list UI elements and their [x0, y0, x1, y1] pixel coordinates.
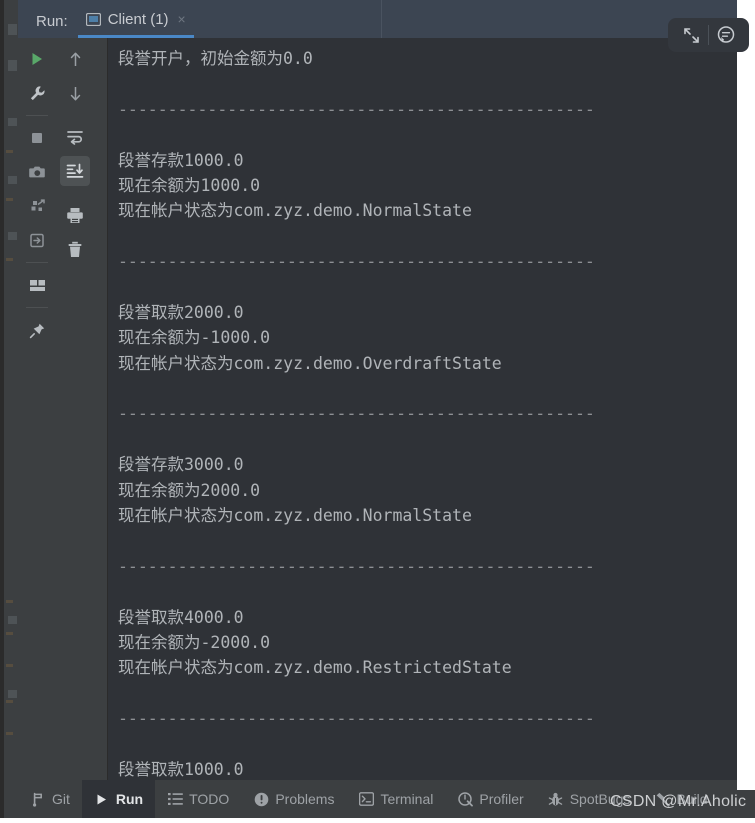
- arrow-down-icon[interactable]: [60, 78, 90, 108]
- status-item-todo[interactable]: TODO: [155, 780, 241, 818]
- status-item-label: Profiler: [479, 791, 524, 807]
- console-line: 段誉存款3000.0: [118, 455, 244, 475]
- left-edge-strip: [0, 0, 18, 818]
- thread-dump-icon[interactable]: [22, 191, 52, 221]
- console-separator-line: ----------------------------------------…: [118, 404, 595, 424]
- layout-icon[interactable]: [22, 270, 52, 300]
- console-separator-line: ----------------------------------------…: [118, 252, 595, 272]
- terminal-icon: [358, 791, 374, 807]
- console-line: 现在帐户状态为com.zyz.demo.NormalState: [118, 201, 472, 221]
- bug-icon: [548, 791, 564, 807]
- pin-icon[interactable]: [22, 315, 52, 345]
- bottom-white-margin: [0, 818, 755, 823]
- todo-list-icon: [167, 791, 183, 807]
- status-item-label: Problems: [275, 791, 335, 807]
- feedback-bubble-icon[interactable]: [709, 19, 743, 51]
- status-item-label: Run: [115, 791, 144, 807]
- console-line: 段誉存款1000.0: [118, 150, 244, 170]
- play-icon: [94, 791, 110, 807]
- toolbar-separator: [26, 115, 48, 116]
- scroll-to-end-icon[interactable]: [60, 156, 90, 186]
- status-item-label: TODO: [189, 791, 230, 807]
- console-separator-line: ----------------------------------------…: [118, 99, 595, 119]
- run-toolbar-primary: [18, 38, 56, 780]
- console-output[interactable]: 段誉开户，初始金额为0.0 --------------------------…: [108, 38, 755, 780]
- stop-button[interactable]: [22, 123, 52, 153]
- console-line: 段誉开户，初始金额为0.0: [118, 49, 313, 68]
- header-divider: [381, 0, 382, 38]
- status-item-profiler[interactable]: Profiler: [445, 780, 535, 818]
- run-label: Run:: [36, 13, 68, 30]
- console-gutter: [94, 38, 108, 780]
- toolbar-separator: [26, 307, 48, 308]
- corner-action-pill: [668, 18, 749, 52]
- console-line: 现在余额为-2000.0: [118, 632, 271, 652]
- arrow-up-icon[interactable]: [60, 44, 90, 74]
- run-toolbar-secondary: [56, 38, 94, 780]
- status-item-run[interactable]: Run: [81, 780, 156, 818]
- status-item-label: Terminal: [380, 791, 434, 807]
- console-line: 现在余额为2000.0: [118, 480, 261, 500]
- console-line: 现在余额为1000.0: [118, 175, 261, 195]
- printer-icon[interactable]: [60, 200, 90, 230]
- console-line: 段誉取款4000.0: [118, 607, 244, 627]
- console-tab-icon: [85, 12, 101, 26]
- console-separator-line: ----------------------------------------…: [118, 556, 595, 576]
- window-body: Run: Client (1) × 段誉开户，初始金额为0.0 --------…: [18, 0, 755, 818]
- profiler-icon: [457, 791, 473, 807]
- soft-wrap-icon[interactable]: [60, 122, 90, 152]
- status-item-terminal[interactable]: Terminal: [346, 780, 445, 818]
- header-white-corner: [737, 0, 755, 10]
- camera-icon[interactable]: [22, 157, 52, 187]
- run-header-bar: Run: Client (1) ×: [18, 0, 755, 38]
- console-line: 现在帐户状态为com.zyz.demo.RestrictedState: [118, 658, 512, 678]
- status-item-git[interactable]: Git: [18, 780, 82, 818]
- status-item-label: Git: [52, 791, 70, 807]
- watermark-text: CSDN @Mr.Aholic: [610, 793, 747, 810]
- status-item-problems[interactable]: Problems: [241, 780, 346, 818]
- console-line: 段誉取款2000.0: [118, 302, 244, 322]
- export-arrow-icon[interactable]: [22, 225, 52, 255]
- console-line: 现在帐户状态为com.zyz.demo.NormalState: [118, 506, 472, 526]
- git-branch-icon: [30, 791, 46, 807]
- toolbar-separator: [26, 262, 48, 263]
- problems-icon: [253, 791, 269, 807]
- console-line: 段誉取款1000.0: [118, 759, 244, 779]
- tab-client[interactable]: Client (1) ×: [77, 0, 194, 38]
- right-white-margin: [737, 0, 755, 790]
- rerun-button[interactable]: [22, 44, 52, 74]
- close-icon[interactable]: ×: [178, 12, 186, 26]
- run-console-window: Run: Client (1) × 段誉开户，初始金额为0.0 --------…: [0, 0, 755, 823]
- run-settings-button[interactable]: [22, 78, 52, 108]
- console-line: 现在帐户状态为com.zyz.demo.OverdraftState: [118, 353, 502, 373]
- console-line: 现在余额为-1000.0: [118, 328, 271, 348]
- tab-client-label: Client (1): [107, 10, 169, 28]
- expand-icon[interactable]: [674, 19, 708, 51]
- console-separator-line: ----------------------------------------…: [118, 709, 595, 729]
- trash-icon[interactable]: [60, 234, 90, 264]
